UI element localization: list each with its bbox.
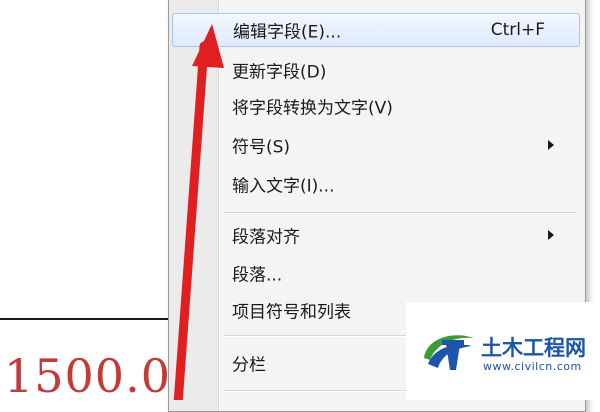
menu-item-label: 段落... [232,265,283,286]
menu-item-label: 段落对齐 [232,227,300,248]
menu-item-paragraph[interactable]: 段落... [172,256,580,290]
menu-item-label: 输入文字(I)... [232,176,335,197]
menu-item-symbol[interactable]: 符号(S) [172,128,580,162]
menu-item-convert-field-to-text[interactable]: 将字段转换为文字(V) [172,89,580,123]
menu-separator [224,212,576,214]
menu-item-shortcut: Ctrl+F [490,20,545,40]
submenu-arrow-icon [548,230,554,240]
menu-item-label: 将字段转换为文字(V) [232,98,393,119]
menu-item-label: 更新字段(D) [232,62,327,83]
civil-engineering-logo-icon [424,335,474,370]
menu-item-label: 分栏 [232,355,266,376]
document-rule-line [0,318,175,320]
menu-item-paragraph-align[interactable]: 段落对齐 [172,218,580,252]
menu-item-label: 项目符号和列表 [232,302,351,323]
menu-item-label: 符号(S) [232,137,291,158]
watermark-url: www.civilcn.com [483,360,582,373]
menu-item-label: 编辑字段(E)... [233,22,342,43]
menu-item-edit-field[interactable]: 编辑字段(E)... Ctrl+F [172,13,580,47]
menu-item-update-field[interactable]: 更新字段(D) [172,53,580,87]
watermark-logo: 土木工程网 www.civilcn.com [406,302,600,400]
menu-item-input-text[interactable]: 输入文字(I)... [172,167,580,201]
document-field-value[interactable]: 1500.0 [4,348,171,404]
submenu-arrow-icon [548,140,554,150]
watermark-title: 土木工程网 [481,336,586,360]
